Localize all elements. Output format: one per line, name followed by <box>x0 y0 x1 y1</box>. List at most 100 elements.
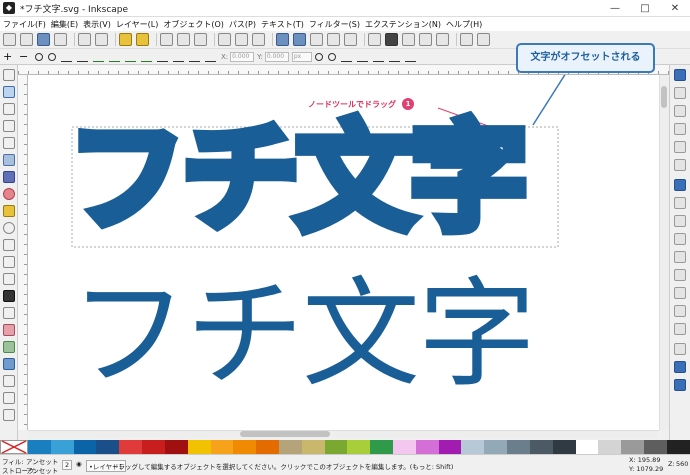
selector-tool-icon[interactable] <box>3 69 15 81</box>
menu-filter[interactable]: フィルター(S) <box>309 19 360 30</box>
vertical-scroll-thumb[interactable] <box>661 86 667 108</box>
palette-swatch[interactable] <box>96 440 120 454</box>
snap-bbox-center-icon[interactable] <box>674 159 686 171</box>
original-text-bottom[interactable]: フチ文字 <box>70 275 536 393</box>
menu-view[interactable]: 表示(V) <box>83 19 111 30</box>
close-button[interactable]: ✕ <box>660 0 690 17</box>
x-coord-field[interactable]: 0.000 <box>230 51 255 62</box>
snap-rotation-center-icon[interactable] <box>674 305 686 317</box>
3d-box-tool-icon[interactable] <box>3 171 15 183</box>
eraser-tool-icon[interactable] <box>3 324 15 336</box>
paste-icon[interactable] <box>194 33 207 46</box>
undo-icon[interactable] <box>119 33 132 46</box>
mask-icon[interactable] <box>372 52 384 62</box>
maximize-button[interactable]: □ <box>630 0 660 17</box>
clone-icon[interactable] <box>293 33 306 46</box>
fill-stroke-icon[interactable] <box>368 33 381 46</box>
no-paint-swatch[interactable] <box>0 440 28 454</box>
snap-nodes-icon[interactable] <box>674 179 686 191</box>
insert-node-icon[interactable]: + <box>3 51 14 62</box>
snap-guide-icon[interactable] <box>674 379 686 391</box>
snap-bbox-corner-icon[interactable] <box>674 123 686 135</box>
pen-tool-icon[interactable] <box>3 256 15 268</box>
rectangle-tool-icon[interactable] <box>3 154 15 166</box>
palette-swatch[interactable] <box>142 440 165 454</box>
node-tool-icon[interactable] <box>3 86 15 98</box>
snap-path-icon[interactable] <box>674 197 686 209</box>
new-document-icon[interactable] <box>3 33 16 46</box>
palette-swatch[interactable] <box>552 440 576 454</box>
snap-midpoint-icon[interactable] <box>674 269 686 281</box>
palette-swatch[interactable] <box>507 440 530 454</box>
join-nodes-icon[interactable] <box>35 52 43 61</box>
text-tool-icon[interactable] <box>3 290 15 302</box>
gradient-tool-icon[interactable] <box>3 358 15 370</box>
eye-icon[interactable]: ◉ <box>76 460 82 468</box>
menu-path[interactable]: パス(P) <box>229 19 256 30</box>
palette-swatch[interactable] <box>28 440 51 454</box>
align-icon[interactable] <box>436 33 449 46</box>
ellipse-tool-icon[interactable] <box>3 188 15 200</box>
palette-swatch[interactable] <box>119 440 143 454</box>
bezier-handles-icon[interactable] <box>404 52 416 62</box>
spray-tool-icon[interactable] <box>3 307 15 319</box>
minimize-button[interactable]: — <box>600 0 630 17</box>
menu-file[interactable]: ファイル(F) <box>3 19 46 30</box>
palette-swatch[interactable] <box>598 440 622 454</box>
symmetric-node-icon[interactable] <box>125 52 136 62</box>
palette-swatch[interactable] <box>301 440 325 454</box>
vertical-scrollbar[interactable] <box>659 75 669 430</box>
transform-handles-icon[interactable] <box>388 52 400 62</box>
palette-swatch[interactable] <box>50 440 74 454</box>
palette-swatch[interactable] <box>666 440 690 454</box>
show-handles-icon[interactable] <box>314 52 323 61</box>
palette-swatch[interactable] <box>210 440 234 454</box>
segment-line-icon[interactable] <box>157 52 168 62</box>
delete-node-icon[interactable]: − <box>19 51 30 62</box>
auto-smooth-node-icon[interactable] <box>141 52 152 62</box>
menu-edit[interactable]: 編集(E) <box>51 19 78 30</box>
smooth-node-icon[interactable] <box>109 52 120 62</box>
document-properties-icon[interactable] <box>460 33 473 46</box>
menu-help[interactable]: ヘルプ(H) <box>446 19 482 30</box>
delete-segment-icon[interactable] <box>77 52 88 62</box>
menu-extensions[interactable]: エクステンション(N) <box>365 19 441 30</box>
palette-swatch[interactable] <box>461 440 485 454</box>
palette-swatch[interactable] <box>187 440 211 454</box>
snap-bbox-edge-icon[interactable] <box>674 105 686 117</box>
mesh-tool-icon[interactable] <box>3 375 15 387</box>
tweak-tool-icon[interactable] <box>3 103 15 115</box>
import-icon[interactable] <box>78 33 91 46</box>
spiral-tool-icon[interactable] <box>3 222 15 234</box>
cusp-node-icon[interactable] <box>93 52 104 62</box>
xml-editor-icon[interactable] <box>419 33 432 46</box>
palette-swatch[interactable] <box>529 440 553 454</box>
palette-swatch[interactable] <box>370 440 393 454</box>
snap-grid-icon[interactable] <box>674 361 686 373</box>
zoom-selection-icon[interactable] <box>218 33 231 46</box>
zoom-drawing-icon[interactable] <box>235 33 248 46</box>
show-outline-icon[interactable] <box>327 52 336 61</box>
paint-bucket-tool-icon[interactable] <box>3 341 15 353</box>
connector-tool-icon[interactable] <box>3 409 15 421</box>
snap-smooth-node-icon[interactable] <box>674 251 686 263</box>
snap-page-border-icon[interactable] <box>674 343 686 355</box>
snap-cusp-node-icon[interactable] <box>674 233 686 245</box>
palette-swatch[interactable] <box>438 440 462 454</box>
measure-tool-icon[interactable] <box>3 137 15 149</box>
zoom-field[interactable]: 560 <box>676 460 688 468</box>
snap-bbox-icon[interactable] <box>674 87 686 99</box>
palette-swatch[interactable] <box>164 440 188 454</box>
palette-swatch[interactable] <box>233 440 257 454</box>
break-path-icon[interactable] <box>48 52 56 61</box>
segment-curve-icon[interactable] <box>173 52 184 62</box>
zoom-tool-icon[interactable] <box>3 120 15 132</box>
pencil-tool-icon[interactable] <box>3 239 15 251</box>
save-icon[interactable] <box>37 33 50 46</box>
palette-swatch[interactable] <box>484 440 508 454</box>
snap-bbox-midpoint-icon[interactable] <box>674 141 686 153</box>
palette-swatch[interactable] <box>643 440 667 454</box>
unlink-clone-icon[interactable] <box>310 33 323 46</box>
menu-layer[interactable]: レイヤー(L) <box>116 19 158 30</box>
palette-swatch[interactable] <box>278 440 302 454</box>
